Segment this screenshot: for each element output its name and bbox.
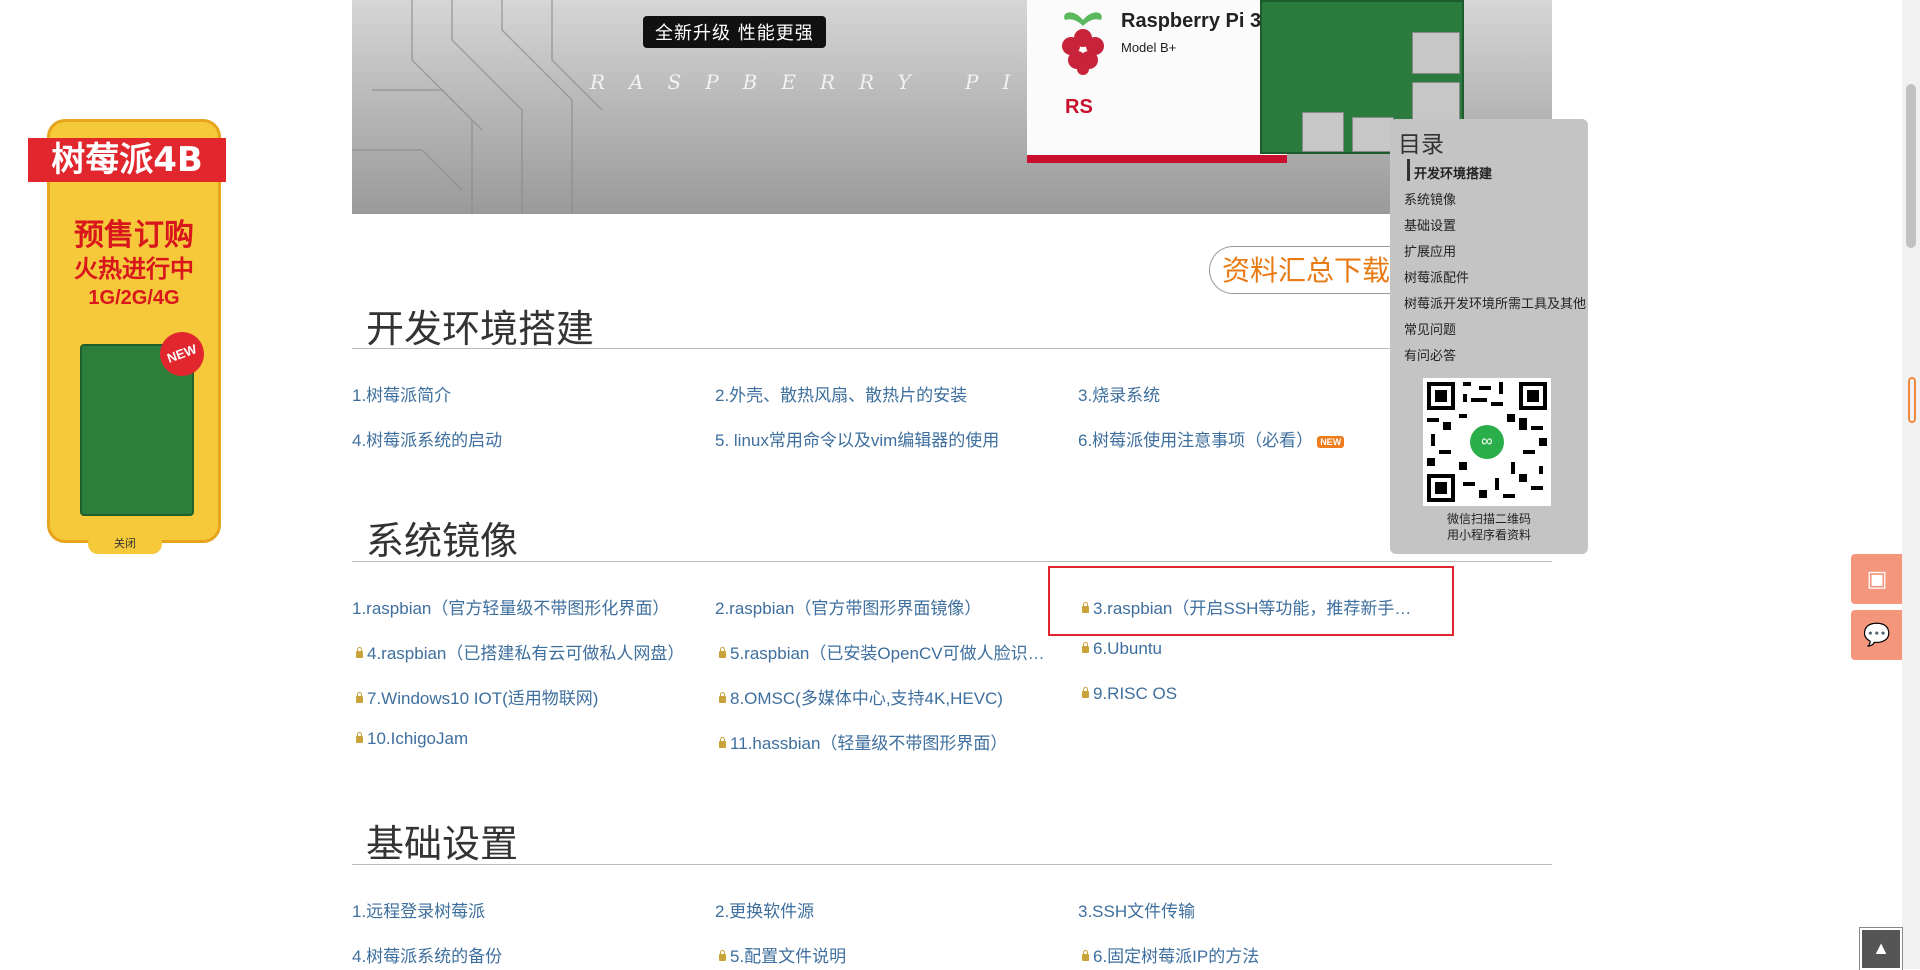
lock-icon xyxy=(1082,950,1089,961)
link-image-6-label: 6.Ubuntu xyxy=(1093,639,1162,658)
section-divider xyxy=(352,561,1552,562)
toc-item-qa[interactable]: 有问必答 xyxy=(1404,345,1456,364)
link-image-9[interactable]: 9.RISC OS xyxy=(1082,684,1177,704)
save-button[interactable]: ▣ xyxy=(1851,554,1903,604)
lock-icon xyxy=(1082,687,1089,698)
qr-caption-line2: 用小程序看资料 xyxy=(1446,528,1531,542)
lock-icon xyxy=(356,647,363,658)
save-icon: ▣ xyxy=(1866,566,1888,591)
ad-subheadline: 火热进行中 xyxy=(74,255,194,283)
qr-code-image: ∞ xyxy=(1423,378,1551,506)
link-system-boot[interactable]: 4.树莓派系统的启动 xyxy=(352,426,502,451)
section-divider xyxy=(352,348,1552,349)
link-config-file-label: 5.配置文件说明 xyxy=(730,947,847,966)
toc-item-extensions[interactable]: 扩展应用 xyxy=(1404,241,1456,260)
scroll-position-marker xyxy=(1908,377,1916,423)
mini-program-icon: ∞ xyxy=(1470,425,1504,459)
raspberry-pi-box-image: Raspberry Pi 3 Model B+ RS xyxy=(1027,0,1287,163)
section-title-basic: 基础设置 xyxy=(366,822,519,866)
lock-icon xyxy=(1082,642,1089,653)
link-image-11-label: 11.hassbian（轻量级不带图形界面） xyxy=(730,734,1008,753)
link-usage-notes[interactable]: 6.树莓派使用注意事项（必看） NEW xyxy=(1078,426,1345,451)
link-config-file[interactable]: 5.配置文件说明 xyxy=(719,942,846,967)
toc-item-accessories[interactable]: 树莓派配件 xyxy=(1404,267,1469,286)
banner-brand-text: RASPBERRY PI xyxy=(590,70,1035,94)
link-image-10-label: 10.IchigoJam xyxy=(367,729,469,748)
link-remote-login[interactable]: 1.远程登录树莓派 xyxy=(352,897,485,922)
toc-title: 目录 xyxy=(1398,132,1444,158)
link-image-7[interactable]: 7.Windows10 IOT(适用物联网) xyxy=(356,684,598,709)
download-all-button[interactable]: 资料汇总下载 xyxy=(1209,246,1391,294)
section-title-images: 系统镜像 xyxy=(366,519,519,563)
ad-memory-options: 1G/2G/4G xyxy=(88,287,180,309)
arrow-up-icon: ▲ xyxy=(1872,938,1890,958)
section-divider xyxy=(352,864,1552,865)
link-image-9-label: 9.RISC OS xyxy=(1093,684,1178,703)
link-burn-system[interactable]: 3.烧录系统 xyxy=(1078,381,1160,406)
lock-icon xyxy=(719,737,726,748)
link-linux-commands[interactable]: 5. linux常用命令以及vim编辑器的使用 xyxy=(715,426,999,451)
lock-icon xyxy=(356,732,363,743)
toc-active-indicator xyxy=(1407,159,1410,181)
qr-caption-line1: 微信扫描二维码 xyxy=(1446,512,1531,526)
page-scrollbar[interactable] xyxy=(1902,0,1920,969)
link-system-backup[interactable]: 4.树莓派系统的备份 xyxy=(352,942,502,967)
chat-icon: 💬 xyxy=(1863,622,1891,647)
raspberry-logo-icon xyxy=(1062,12,1104,75)
highlight-box xyxy=(1048,566,1454,636)
lock-icon xyxy=(719,950,726,961)
toc-item-dev-env[interactable]: 开发环境搭建 xyxy=(1414,163,1492,182)
rs-logo: RS xyxy=(1065,96,1093,118)
link-change-source[interactable]: 2.更换软件源 xyxy=(715,897,814,922)
link-pi-intro[interactable]: 1.树莓派简介 xyxy=(352,381,451,406)
link-image-11[interactable]: 11.hassbian（轻量级不带图形界面） xyxy=(719,729,1007,754)
ad-ribbon: 树莓派4B xyxy=(28,138,226,182)
link-image-7-label: 7.Windows10 IOT(适用物联网) xyxy=(367,689,599,708)
section-title-dev-env: 开发环境搭建 xyxy=(366,307,595,351)
product-title: Raspberry Pi 3 xyxy=(1121,10,1262,32)
toc-item-images[interactable]: 系统镜像 xyxy=(1404,189,1456,208)
link-image-2[interactable]: 2.raspbian（官方带图形界面镜像） xyxy=(715,594,981,619)
link-image-5[interactable]: 5.raspbian（已安装OpenCV可做人脸识… xyxy=(719,639,1045,664)
product-model: Model B+ xyxy=(1121,40,1177,55)
link-case-install[interactable]: 2.外壳、散热风扇、散热片的安装 xyxy=(715,381,967,406)
lock-icon xyxy=(356,692,363,703)
hero-banner: 全新升级 性能更强 RASPBERRY PI Raspberry Pi 3 Mo… xyxy=(352,0,1552,214)
link-ssh-transfer[interactable]: 3.SSH文件传输 xyxy=(1078,897,1195,922)
link-image-5-label: 5.raspbian（已安装OpenCV可做人脸识… xyxy=(730,644,1045,663)
link-image-10[interactable]: 10.IchigoJam xyxy=(356,729,468,749)
lock-icon xyxy=(719,647,726,658)
link-image-4[interactable]: 4.raspbian（已搭建私有云可做私人网盘） xyxy=(356,639,684,664)
link-image-8-label: 8.OMSC(多媒体中心,支持4K,HEVC) xyxy=(730,689,1003,708)
banner-slogan: 全新升级 性能更强 xyxy=(643,16,826,48)
link-image-4-label: 4.raspbian（已搭建私有云可做私人网盘） xyxy=(367,644,685,663)
ad-close-button[interactable]: 关闭 xyxy=(88,534,162,554)
new-badge: NEW xyxy=(1317,435,1345,448)
table-of-contents-panel: 目录 开发环境搭建 系统镜像 基础设置 扩展应用 树莓派配件 树莓派开发环境所需… xyxy=(1390,119,1588,554)
toc-item-basic[interactable]: 基础设置 xyxy=(1404,215,1456,234)
lock-icon xyxy=(719,692,726,703)
scrollbar-thumb[interactable] xyxy=(1906,84,1916,248)
promo-ad-4b[interactable]: 树莓派4B 预售订购 火热进行中 1G/2G/4G NEW xyxy=(28,119,226,543)
link-usage-notes-label: 6.树莓派使用注意事项（必看） xyxy=(1078,431,1314,450)
link-image-8[interactable]: 8.OMSC(多媒体中心,支持4K,HEVC) xyxy=(719,684,1003,709)
toc-item-tools[interactable]: 树莓派开发环境所需工具及其他 xyxy=(1404,293,1586,312)
link-image-1[interactable]: 1.raspbian（官方轻量级不带图形化界面） xyxy=(352,594,669,619)
link-fixed-ip[interactable]: 6.固定树莓派IP的方法 xyxy=(1082,942,1259,967)
ad-headline: 预售订购 xyxy=(74,218,194,253)
toc-item-faq[interactable]: 常见问题 xyxy=(1404,319,1456,338)
link-image-6[interactable]: 6.Ubuntu xyxy=(1082,639,1162,659)
chat-button[interactable]: 💬 xyxy=(1851,610,1903,660)
link-fixed-ip-label: 6.固定树莓派IP的方法 xyxy=(1093,947,1260,966)
back-to-top-button[interactable]: ▲ xyxy=(1860,928,1902,970)
